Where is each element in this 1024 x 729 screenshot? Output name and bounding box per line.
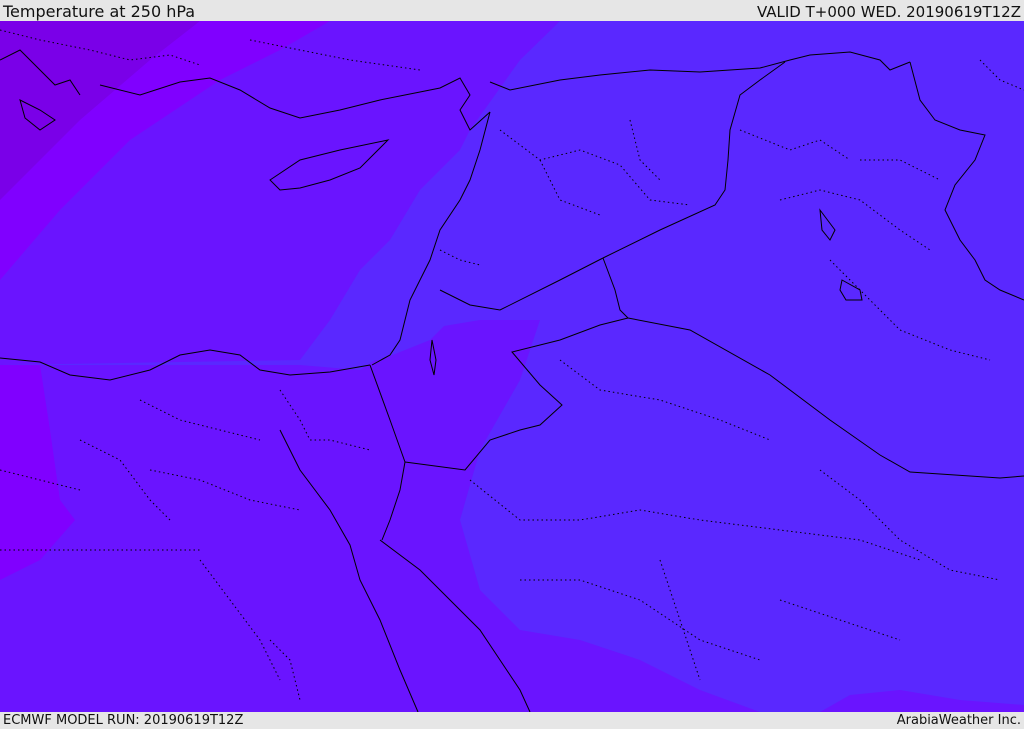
footer-bar: ECMWF MODEL RUN: 20190619T12Z ArabiaWeat…	[0, 712, 1024, 729]
valid-time-label: VALID T+000 WED. 20190619T12Z	[756, 3, 1021, 21]
model-run-label: ECMWF MODEL RUN: 20190619T12Z	[3, 713, 244, 728]
header-bar: Temperature at 250 hPa VALID T+000 WED. …	[0, 0, 1024, 21]
credit-label: ArabiaWeather Inc.	[896, 713, 1021, 728]
map-title: Temperature at 250 hPa	[3, 2, 196, 21]
temperature-map	[0, 21, 1024, 712]
weather-map-page: Temperature at 250 hPa VALID T+000 WED. …	[0, 0, 1024, 729]
